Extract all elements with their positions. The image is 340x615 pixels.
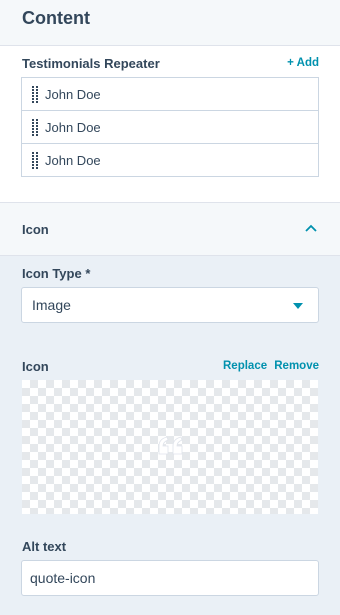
repeater-label: Testimonials Repeater bbox=[22, 56, 160, 71]
icon-image-preview[interactable] bbox=[22, 380, 318, 514]
replace-button[interactable]: Replace bbox=[223, 360, 267, 372]
icon-section-toggle[interactable]: Icon bbox=[0, 203, 340, 256]
chevron-up-icon bbox=[305, 224, 317, 232]
icon-type-value: Image bbox=[32, 297, 71, 313]
icon-type-label: Icon Type * bbox=[22, 266, 91, 281]
remove-button[interactable]: Remove bbox=[274, 360, 319, 372]
icon-field-label: Icon bbox=[22, 359, 49, 374]
repeater-item-label: John Doe bbox=[45, 153, 101, 168]
repeater-item[interactable]: John Doe bbox=[22, 144, 318, 177]
alt-text-label: Alt text bbox=[22, 539, 67, 554]
quote-icon bbox=[158, 436, 183, 455]
icon-section-title: Icon bbox=[22, 222, 49, 237]
repeater-list: John Doe John Doe John Doe bbox=[21, 77, 319, 177]
repeater-item[interactable]: John Doe bbox=[22, 111, 318, 144]
repeater-item[interactable]: John Doe bbox=[22, 78, 318, 111]
panel-title: Content bbox=[22, 8, 90, 28]
drag-handle-icon[interactable] bbox=[32, 152, 38, 169]
icon-section-body: Icon Type * Image Icon Replace Remove Al… bbox=[0, 256, 340, 615]
caret-down-icon bbox=[293, 303, 303, 309]
alt-text-input[interactable] bbox=[21, 560, 319, 596]
icon-type-select[interactable]: Image bbox=[21, 287, 319, 323]
panel-header: Content bbox=[0, 0, 340, 46]
repeater-section: Testimonials Repeater + Add John Doe Joh… bbox=[0, 46, 340, 203]
add-item-button[interactable]: + Add bbox=[287, 57, 319, 69]
drag-handle-icon[interactable] bbox=[32, 86, 38, 103]
repeater-item-label: John Doe bbox=[45, 120, 101, 135]
repeater-item-label: John Doe bbox=[45, 87, 101, 102]
drag-handle-icon[interactable] bbox=[32, 119, 38, 136]
